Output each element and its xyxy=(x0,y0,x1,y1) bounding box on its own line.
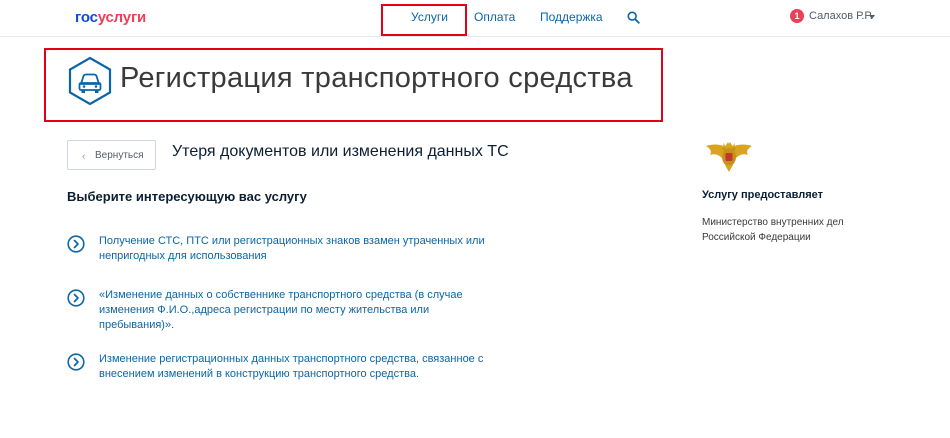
mvd-emblem-icon xyxy=(706,142,752,172)
chevron-down-icon[interactable] xyxy=(869,15,875,19)
chevron-left-icon: ‹ xyxy=(82,151,86,162)
service-link-construction-change[interactable]: Изменение регистрационных данных транспо… xyxy=(67,352,487,402)
service-link-owner-change[interactable]: «Изменение данных о собственнике транспо… xyxy=(67,288,487,338)
page-title: Регистрация транспортного средства xyxy=(120,62,633,94)
service-link-text[interactable]: Получение СТС, ПТС или регистрационных з… xyxy=(99,234,489,264)
search-icon[interactable] xyxy=(627,11,640,24)
chevron-right-circle-icon xyxy=(67,289,85,307)
provider-name: Министерство внутренних дел Российской Ф… xyxy=(702,217,844,243)
back-button-label: Вернуться xyxy=(95,150,144,161)
chevron-right-circle-icon xyxy=(67,353,85,371)
gosuslugi-logo[interactable]: госуслуги xyxy=(75,9,146,26)
provider-title: Услугу предоставляет xyxy=(702,189,824,201)
back-button[interactable]: ‹ Вернуться xyxy=(67,140,156,170)
nav-payment[interactable]: Оплата xyxy=(474,10,515,24)
notification-badge[interactable]: 1 xyxy=(790,9,804,23)
service-link-text[interactable]: «Изменение данных о собственнике транспо… xyxy=(99,288,489,333)
user-menu[interactable]: Салахов Р.Р. xyxy=(809,10,873,22)
nav-support[interactable]: Поддержка xyxy=(540,10,603,24)
top-header: госуслуги Услуги Оплата Поддержка 1 Сала… xyxy=(0,0,950,37)
car-icon xyxy=(68,56,112,106)
service-link-text[interactable]: Изменение регистрационных данных транспо… xyxy=(99,352,489,382)
choose-service-label: Выберите интересующую вас услугу xyxy=(67,189,307,204)
section-title: Утеря документов или изменения данных ТС xyxy=(172,143,509,160)
nav-highlight-frame xyxy=(381,4,467,36)
chevron-right-circle-icon xyxy=(67,235,85,253)
service-link-replacement[interactable]: Получение СТС, ПТС или регистрационных з… xyxy=(67,234,487,268)
